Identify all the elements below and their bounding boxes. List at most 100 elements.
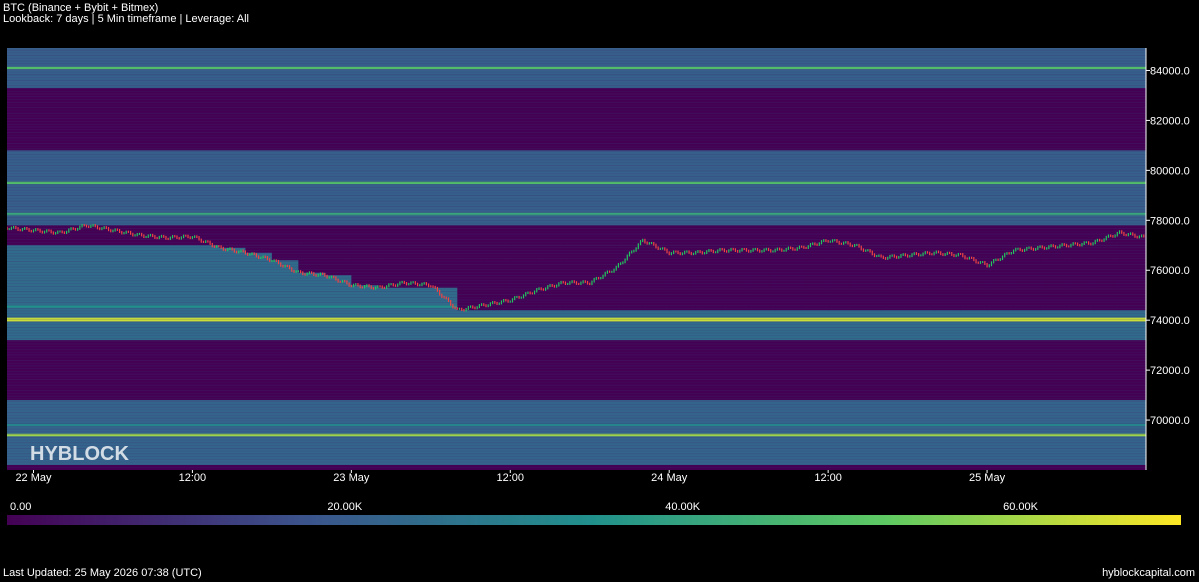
heatmap-streak [7, 417, 1146, 419]
heatmap-streak [7, 291, 1146, 293]
heatmap-streak [7, 343, 1146, 345]
y-tick-label: 80000.0 [1150, 165, 1190, 177]
hyblock-watermark: HYBLOCK [30, 443, 129, 465]
heatmap-streak [7, 165, 1146, 166]
heatmap-streak [7, 327, 1146, 328]
heatmap-streak [7, 57, 1146, 59]
colorbar-tick-label: 60.00K [1003, 501, 1039, 513]
heatmap-streak [7, 398, 1146, 400]
heatmap-streak [7, 162, 1146, 163]
colorbar-tick-label: 0.00 [10, 501, 31, 513]
heatmap-streak [7, 261, 1146, 262]
heatmap-streak [7, 82, 1146, 84]
last-updated: Last Updated: 25 May 2026 07:38 (UTC) [3, 567, 202, 579]
heatmap-cleared-zone [377, 245, 405, 288]
heatmap-streak [7, 288, 1146, 290]
heatmap-streak [7, 415, 1146, 416]
y-tick-label: 74000.0 [1150, 315, 1190, 327]
colorbar-tick-label: 40.00K [665, 501, 701, 513]
heatmap-streak [7, 349, 1146, 350]
y-tick-label: 72000.0 [1150, 365, 1190, 377]
heatmap-streak [7, 371, 1146, 372]
heatmap-cleared-zone [854, 245, 882, 311]
heatmap-streak [7, 132, 1146, 133]
heatmap-streak [7, 305, 1146, 306]
heatmap-cleared-zone [271, 245, 299, 261]
heatmap-streak [7, 269, 1146, 271]
heatmap-streak [7, 88, 1146, 89]
heatmap-streak [7, 247, 1146, 249]
heatmap-streak [7, 376, 1146, 378]
heatmap-streak [7, 390, 1146, 391]
heatmap-streak [7, 118, 1146, 120]
heatmap-streak [7, 401, 1146, 402]
heatmap-streak [7, 99, 1146, 100]
heatmap-cleared-zone [510, 245, 538, 311]
y-tick-label: 84000.0 [1150, 65, 1190, 77]
heatmap-streak [7, 258, 1146, 260]
heatmap-cleared-zone [404, 245, 432, 288]
heatmap-streak [7, 456, 1146, 457]
heatmap-streak [7, 167, 1146, 169]
heatmap-streak [7, 60, 1146, 62]
heatmap-streak [7, 209, 1146, 210]
y-axis: 70000.0 72000.0 74000.0 76000.0 78000.0 80000… [1145, 48, 1190, 470]
heatmap-streak [7, 134, 1146, 136]
heatmap-streak [7, 307, 1146, 309]
heatmap-cleared-zone [801, 245, 829, 311]
y-tick-label: 70000.0 [1150, 415, 1190, 427]
heatmap-streak [7, 255, 1146, 257]
heatmap-streak [7, 313, 1146, 315]
heatmap-band [7, 423, 1146, 427]
heatmap-streak [7, 294, 1146, 295]
heatmap-streak [7, 173, 1146, 174]
heatmap-cleared-zone [1013, 245, 1041, 311]
heatmap-streak [7, 85, 1146, 87]
heatmap-streak [7, 412, 1146, 413]
heatmap-streak [7, 211, 1146, 213]
heatmap-streak [7, 250, 1146, 251]
heatmap-cleared-zone [987, 245, 1015, 311]
heatmap-streak [7, 423, 1146, 424]
heatmap-streak [7, 129, 1146, 131]
colorbar: 0.00 20.00K 40.00K 60.00K [7, 501, 1181, 525]
heatmap-streak [7, 49, 1146, 51]
heatmap-streak [7, 137, 1146, 139]
liquidation-heatmap-chart[interactable]: HYBLOCK 70000.0 72000.0 74000.0 76000.0 7800… [0, 0, 1199, 582]
colorbar-gradient [7, 515, 1181, 525]
heatmap-cleared-zone [748, 245, 776, 311]
heatmap-streak [7, 404, 1146, 405]
heatmap-streak [7, 96, 1146, 98]
heatmap-streak [7, 426, 1146, 427]
heatmap-streak [7, 107, 1146, 109]
heatmap-streak [7, 354, 1146, 356]
heatmap-streak [7, 74, 1146, 76]
heatmap-streak [7, 101, 1146, 103]
heatmap-streak [7, 329, 1146, 331]
site-link[interactable]: hyblockcapital.com [1102, 567, 1195, 579]
heatmap-streak [7, 189, 1146, 191]
heatmap-streak [7, 154, 1146, 155]
y-tick-label: 78000.0 [1150, 215, 1190, 227]
heatmap-streak [7, 192, 1146, 194]
heatmap-streak [7, 277, 1146, 279]
heatmap-cleared-zone [1040, 245, 1068, 311]
y-tick-label: 76000.0 [1150, 265, 1190, 277]
heatmap-streak [7, 220, 1146, 221]
heatmap-streak [7, 360, 1146, 361]
x-tick-label: 12:00 [814, 472, 842, 484]
heatmap-streak [7, 365, 1146, 367]
heatmap-streak [7, 104, 1146, 106]
heatmap-streak [7, 299, 1146, 301]
heatmap-streak [7, 442, 1146, 444]
heatmap-streak [7, 448, 1146, 449]
heatmap-streak [7, 121, 1146, 122]
heatmap-streak [7, 384, 1146, 386]
heatmap-streak [7, 52, 1146, 54]
heatmap-streak [7, 140, 1146, 141]
heatmap-streak [7, 395, 1146, 397]
x-tick-label: 24 May [651, 472, 688, 484]
x-tick-label: 12:00 [179, 472, 207, 484]
heatmap-streak [7, 176, 1146, 177]
heatmap-streak [7, 461, 1146, 463]
